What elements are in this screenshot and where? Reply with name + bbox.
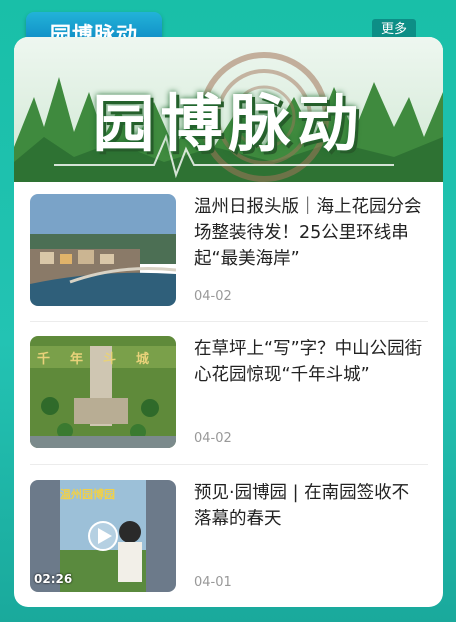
thumb-lawn-text: 千年斗城 [36,352,169,367]
news-item-3[interactable]: 温州园博园 02:26 预见·园博园 | 在南园签收不落幕的春天 04-01 [30,480,428,592]
video-duration: 02:26 [34,572,73,586]
news-item-1[interactable]: 温州日报头版｜海上花园分会场整装待发！25公里环线串起“最美海岸” 04-02 [30,194,428,306]
divider [30,464,428,465]
news-thumbnail-video: 温州园博园 02:26 [30,480,176,592]
news-item-2[interactable]: 千年斗城 在草坪上“写”字？中山公园街心花园惊现“千年斗城” 04-02 [30,336,428,448]
banner-image: 园博脉动 [14,37,443,182]
news-date: 04-02 [194,289,232,304]
news-card: 园博脉动 温州日报头版｜海上花园分会场整装待发！25公里环线串起“最美海岸” 0… [14,37,443,607]
divider [30,321,428,322]
banner-title: 园博脉动 [92,87,365,160]
news-title: 温州日报头版｜海上花园分会场整装待发！25公里环线串起“最美海岸” [194,197,422,269]
news-title: 在草坪上“写”字？中山公园街心花园惊现“千年斗城” [194,339,423,385]
news-title: 预见·园博园 | 在南园签收不落幕的春天 [194,483,410,529]
news-date: 04-02 [194,431,232,446]
news-thumbnail-coast [30,194,176,306]
news-thumbnail-lawn: 千年斗城 [30,336,176,448]
news-date: 04-01 [194,575,232,590]
thumb-video-text: 温州园博园 [60,488,115,501]
